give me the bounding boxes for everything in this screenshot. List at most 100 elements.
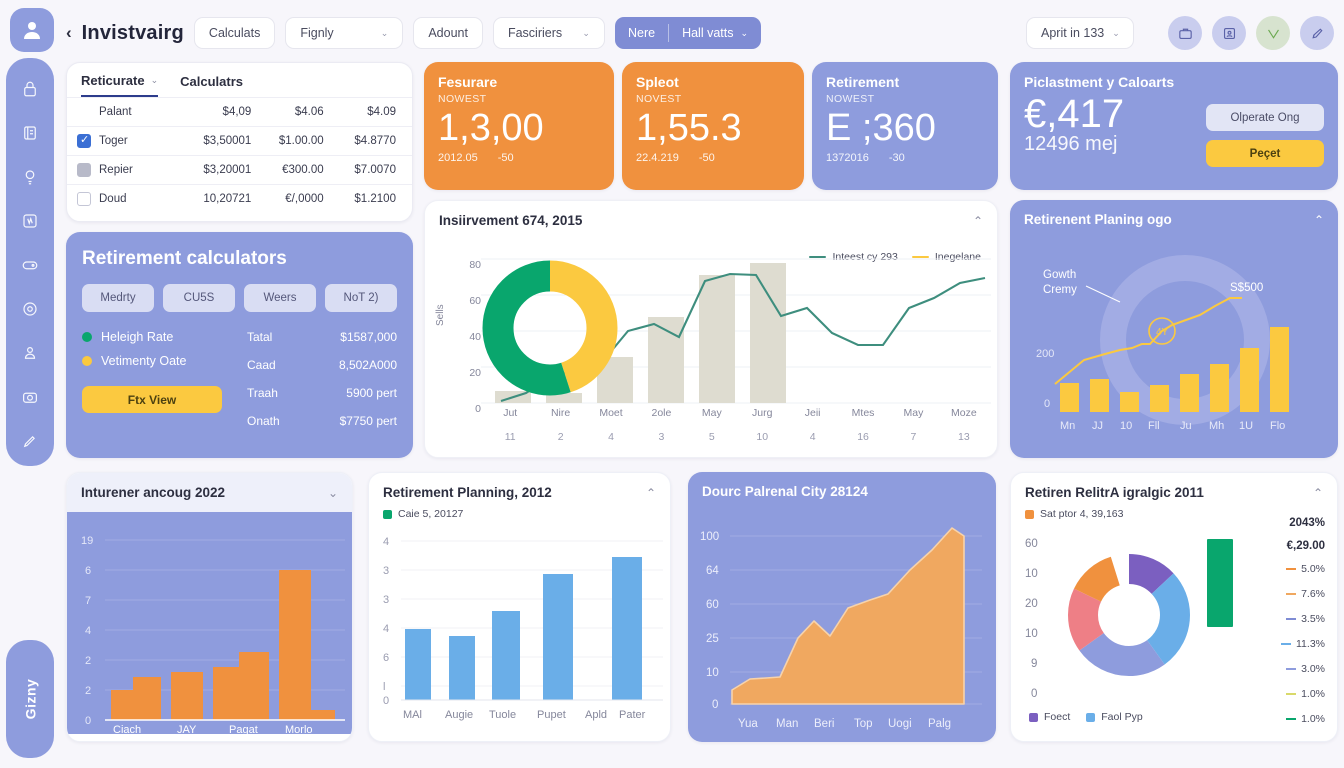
x-tick: Jut	[503, 407, 518, 419]
user-group-icon[interactable]	[15, 338, 45, 368]
row-checkbox[interactable]	[77, 133, 91, 148]
button-label: Calculats	[208, 26, 261, 40]
page-title: Invistvairg	[81, 21, 184, 44]
toolbar-button-calculats[interactable]: Calculats	[193, 17, 276, 49]
panel-header: Insiirvement 674, 2015 ⌃	[425, 201, 997, 234]
chevron-up-icon[interactable]: ⌃	[973, 214, 983, 228]
stat-card-spleot[interactable]: Spleot NOVEST 1,55.3 22.4.219 -50	[622, 62, 804, 190]
pct-line-icon	[1286, 668, 1297, 670]
toolbar-dropdown-fasciriers[interactable]: Fasciriers ⌄	[492, 17, 605, 49]
row-name: Toger	[99, 135, 128, 147]
toolbar-button-adount[interactable]: Adount	[413, 17, 483, 49]
stat-foot-b: -50	[497, 151, 514, 164]
stat-card-retirement[interactable]: Retirement NOWEST E ;360 1372016 -30	[812, 62, 998, 190]
toolbar-dropdown-fignly[interactable]: Fignly ⌄	[285, 17, 404, 49]
svg-text:1U: 1U	[1239, 420, 1253, 432]
date-filter-dropdown[interactable]: Aprit in 133 ⌄	[1026, 17, 1134, 49]
stat-card-fesurare[interactable]: Fesurare NOWEST 1,3,00 2012.05 -50	[424, 62, 614, 190]
x-tick: May	[903, 407, 924, 419]
legend-label: Caie 5, 20127	[398, 508, 464, 520]
retirement-calculators-card: Retirement calculators Medrty CU5S Weers…	[66, 232, 413, 458]
ftx-view-button[interactable]: Ftx View	[82, 386, 222, 413]
x-tick: May	[701, 407, 722, 419]
row-value: $1.00.00	[278, 135, 324, 147]
target-icon[interactable]	[15, 294, 45, 324]
chevron-up-icon[interactable]: ⌃	[646, 486, 656, 500]
svg-text:JAY: JAY	[177, 724, 197, 734]
tab-calculatrs[interactable]: Calculatrs	[180, 73, 243, 97]
segment-nere[interactable]: Nere	[615, 17, 668, 49]
briefcase-icon[interactable]	[1168, 16, 1202, 50]
chip-cu5s[interactable]: CU5S	[163, 284, 235, 312]
calc-value: $1587,000	[340, 330, 397, 344]
stat-subtitle: NOWEST	[826, 93, 875, 105]
row-checkbox[interactable]	[77, 163, 91, 177]
calculators-table-card: Reticurate ⌄ Calculatrs Palant $4,09 $4.…	[66, 62, 413, 222]
chevron-up-icon[interactable]: ⌃	[1314, 213, 1324, 227]
svg-text:Flo: Flo	[1270, 420, 1285, 432]
calc-value: 5900 pert	[346, 386, 397, 400]
pct-value: 1.0%	[1301, 688, 1325, 700]
lock-icon[interactable]	[15, 74, 45, 104]
chevron-left-icon[interactable]: ‹	[66, 23, 72, 43]
pct-value: 3.0%	[1301, 663, 1325, 675]
calc-value: 8,502A000	[338, 358, 397, 372]
stat-subtitle: NOWEST	[438, 93, 487, 105]
chevron-down-icon[interactable]: ⌄	[328, 486, 338, 500]
main-chart-svg	[481, 258, 991, 404]
button-label: Fignly	[300, 26, 334, 40]
annotation-cremy: Cremy	[1043, 284, 1077, 296]
table-row[interactable]: Doud 10,20721 €/,0000 $1.2100	[67, 184, 412, 213]
svg-text:4: 4	[383, 623, 389, 635]
pct-line-icon	[1286, 618, 1297, 620]
annotation-value: S$500	[1230, 282, 1263, 294]
b4-percent-column: 2043% €,29.00 5.0% 7.6% 3.5% 11.3% 3.0% …	[1239, 517, 1325, 738]
avatar[interactable]	[10, 8, 54, 52]
lightbulb-icon[interactable]	[15, 162, 45, 192]
document-icon[interactable]	[15, 118, 45, 148]
table-row[interactable]: Toger $3,50001 $1.00.00 $4.8770	[67, 126, 412, 155]
chip-not2[interactable]: NoT 2)	[325, 284, 397, 312]
pecet-button[interactable]: Peçet	[1206, 140, 1324, 167]
table-row[interactable]: Repier $3,20001 €300.00 $7.0070	[67, 155, 412, 184]
cloud-icon[interactable]	[15, 250, 45, 280]
x-tick: 2ole	[651, 407, 672, 419]
dourc-palrenal-panel: Dourc Palrenal City 28124 100 64 60 25 10 0 …	[688, 472, 996, 742]
segment-hall-vatts[interactable]: Hall vatts ⌄	[669, 17, 761, 49]
b3-chart-svg: 1006460 25100 Yua Man Beri Top Uogi Palg	[700, 527, 982, 730]
chevron-up-icon[interactable]: ⌃	[1313, 486, 1323, 500]
b1-plot: 19 6 7 4 2 2 0 Ciach JAY Pagat Morlo	[67, 512, 352, 736]
stat-title: Spleot	[636, 74, 679, 90]
row-value: 10,20721	[203, 193, 252, 205]
x-subtick: 16	[857, 431, 869, 443]
rocket-icon[interactable]	[1300, 16, 1334, 50]
camera-icon[interactable]	[15, 382, 45, 412]
svg-text:3: 3	[383, 594, 389, 606]
operate-ong-button[interactable]: Olperate Ong	[1206, 104, 1324, 131]
sidebar-brand: Gizny	[6, 640, 54, 758]
row-checkbox[interactable]	[77, 192, 91, 206]
chip-weers[interactable]: Weers	[244, 284, 316, 312]
pen-icon[interactable]	[15, 426, 45, 456]
svg-text:64: 64	[706, 565, 719, 577]
row-value: $7.0070	[354, 164, 396, 176]
svg-text:60: 60	[1025, 538, 1038, 550]
tab-reticurate[interactable]: Reticurate ⌄	[81, 73, 159, 97]
legend-label: Sat ptor 4, 39,163	[1040, 508, 1124, 520]
stat-title: Retirement	[826, 74, 900, 90]
stat-value: 1,55.3	[636, 107, 742, 149]
id-card-icon[interactable]	[1212, 16, 1246, 50]
table-row[interactable]: Palant $4,09 $4.06 $4.09	[67, 97, 412, 126]
check-mark-icon[interactable]	[1256, 16, 1290, 50]
svg-text:JJ: JJ	[1092, 420, 1103, 432]
x-subtick: 2	[557, 431, 564, 443]
calc-key: Caad	[247, 358, 276, 372]
panel-title: Retirement Planning, 2012	[383, 485, 552, 500]
chip-medrty[interactable]: Medrty	[82, 284, 154, 312]
calc-key: Onath	[247, 414, 280, 428]
svg-text:Palg: Palg	[928, 718, 951, 730]
row-name: Palant	[99, 106, 132, 118]
grid-icon[interactable]	[15, 206, 45, 236]
date-filter-label: Aprit in 133	[1041, 26, 1105, 40]
chevron-down-icon: ⌄	[1112, 27, 1120, 38]
